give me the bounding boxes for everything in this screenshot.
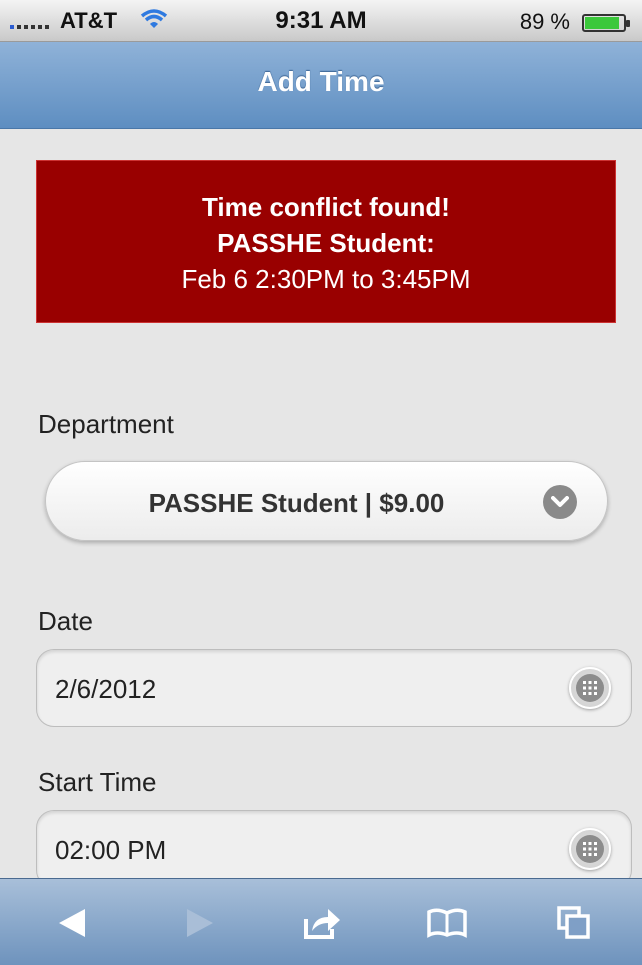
forward-icon[interactable] bbox=[178, 903, 222, 943]
alert-subtitle: PASSHE Student: bbox=[217, 228, 435, 258]
share-icon[interactable] bbox=[300, 903, 344, 943]
tabs-icon[interactable] bbox=[552, 903, 596, 943]
header-bar: Add Time bbox=[0, 42, 642, 129]
browser-toolbar bbox=[0, 878, 642, 965]
date-value: 2/6/2012 bbox=[55, 674, 157, 704]
start-time-value: 02:00 PM bbox=[55, 835, 167, 865]
keypad-icon[interactable] bbox=[569, 828, 611, 870]
alert-detail: Feb 6 2:30PM to 3:45PM bbox=[181, 264, 471, 294]
start-time-field[interactable]: 02:00 PM bbox=[36, 810, 632, 888]
keypad-icon[interactable] bbox=[569, 667, 611, 709]
date-label: Date bbox=[38, 606, 93, 636]
bookmarks-icon[interactable] bbox=[425, 903, 469, 943]
conflict-alert: Time conflict found! PASSHE Student: Feb… bbox=[36, 160, 616, 323]
start-time-label: Start Time bbox=[38, 767, 157, 797]
status-bar: AT&T 9:31 AM 89 % bbox=[0, 0, 642, 42]
chevron-down-icon bbox=[543, 485, 577, 519]
department-value: PASSHE Student | $9.00 bbox=[148, 488, 445, 518]
department-label: Department bbox=[38, 409, 174, 439]
alert-title: Time conflict found! bbox=[202, 192, 450, 222]
battery-icon bbox=[582, 14, 630, 32]
page-title: Add Time bbox=[257, 66, 385, 97]
back-icon[interactable] bbox=[50, 903, 94, 943]
battery-percent: 89 % bbox=[519, 9, 570, 34]
date-field[interactable]: 2/6/2012 bbox=[36, 649, 632, 727]
department-select[interactable]: PASSHE Student | $9.00 bbox=[45, 461, 608, 541]
